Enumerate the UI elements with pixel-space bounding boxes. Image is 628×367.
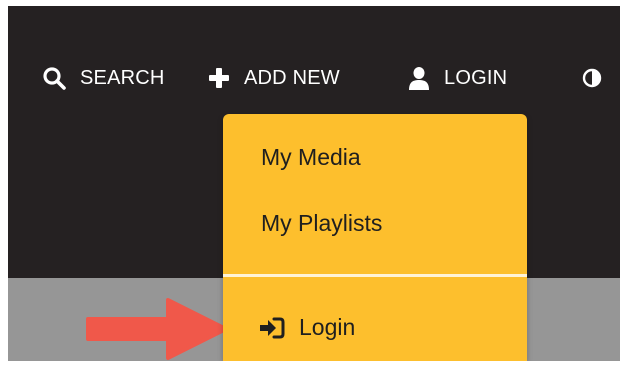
plus-icon: [208, 67, 230, 89]
contrast-icon: [582, 68, 602, 88]
menu-item-my-playlists[interactable]: My Playlists: [261, 210, 382, 237]
login-label: LOGIN: [444, 66, 508, 89]
arrow-pointer-icon: [80, 292, 230, 361]
search-button[interactable]: SEARCH: [42, 62, 165, 94]
search-label: SEARCH: [80, 66, 165, 89]
menu-item-label: My Media: [261, 144, 361, 170]
login-menu-button[interactable]: LOGIN: [408, 62, 507, 94]
user-icon: [408, 66, 430, 90]
menu-item-login[interactable]: Login: [259, 314, 355, 341]
search-icon: [42, 66, 66, 90]
sign-in-icon: [259, 316, 285, 340]
menu-divider: [223, 274, 527, 277]
screenshot: SEARCH ADD NEW LOGIN My Media My Playlis…: [8, 6, 620, 361]
menu-item-label: Login: [299, 314, 356, 340]
contrast-toggle-button[interactable]: [582, 62, 602, 94]
menu-item-my-media[interactable]: My Media: [261, 144, 361, 171]
add-new-button[interactable]: ADD NEW: [208, 62, 340, 94]
user-dropdown-menu: My Media My Playlists Login: [223, 114, 527, 361]
add-new-label: ADD NEW: [244, 66, 340, 89]
menu-item-label: My Playlists: [261, 210, 383, 236]
